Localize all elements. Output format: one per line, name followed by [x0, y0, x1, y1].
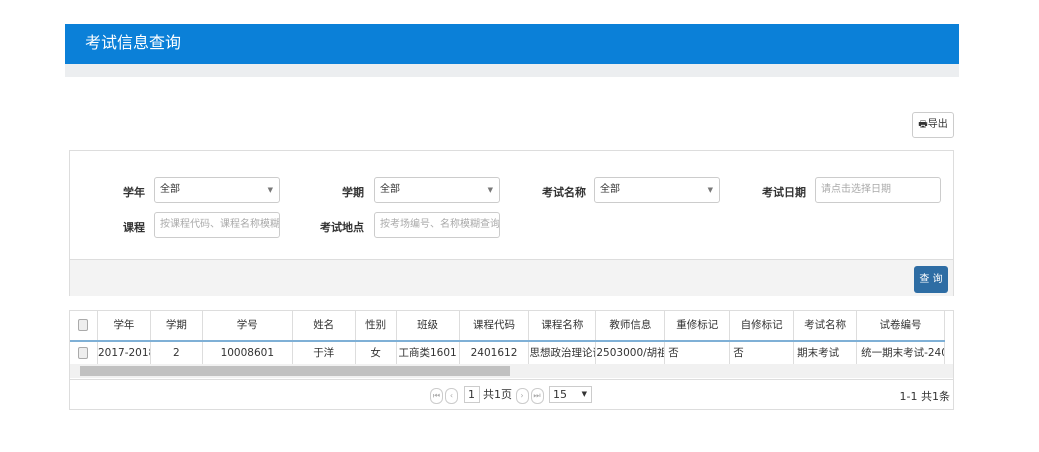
exam-select[interactable]: 全部 ▼ — [594, 177, 720, 203]
prev-page-icon[interactable]: ‹ — [445, 388, 458, 404]
print-icon: 🖶 — [918, 119, 928, 130]
column-header[interactable]: 教师信息 — [596, 311, 666, 340]
chevron-down-icon: ▼ — [487, 186, 493, 194]
cell: 否 — [730, 342, 795, 364]
column-header[interactable]: 重修标记 — [665, 311, 731, 340]
cell: 于洋 — [293, 342, 356, 364]
place-input[interactable]: 按考场编号、名称模糊查询 — [374, 212, 500, 238]
chevron-down-icon: ▼ — [707, 186, 713, 194]
cell: 2401612 — [460, 342, 530, 364]
chevron-down-icon: ▼ — [267, 186, 273, 194]
cell: 工商类1601 — [397, 342, 460, 364]
first-page-icon[interactable]: ⏮ — [430, 388, 443, 404]
term-label: 学期 — [342, 186, 364, 199]
horizontal-scrollbar[interactable] — [70, 364, 953, 378]
cell: 2503000/胡祖光 — [596, 342, 666, 364]
exam-label: 考试名称 — [542, 186, 586, 199]
query-button[interactable]: 查 询 — [914, 266, 948, 293]
column-header[interactable]: 考试名称 — [794, 311, 858, 340]
place-label: 考试地点 — [320, 221, 364, 234]
column-header[interactable]: 自修标记 — [730, 311, 795, 340]
page-input[interactable]: 1 — [463, 386, 480, 403]
filter-footer: 查 询 — [70, 259, 953, 296]
cell: 统一期末考试-2401612 — [857, 342, 945, 364]
year-label: 学年 — [123, 186, 145, 199]
page-title: 考试信息查询 — [85, 33, 182, 52]
column-header[interactable]: 试卷编号 — [857, 311, 945, 340]
date-label: 考试日期 — [762, 186, 806, 199]
column-header[interactable]: 学号 — [203, 311, 293, 340]
page-size-select[interactable]: 15 ▼ — [549, 386, 592, 403]
column-header[interactable]: 学期 — [151, 311, 203, 340]
year-select[interactable]: 全部 ▼ — [154, 177, 280, 203]
table-header: 学年 学期 学号 姓名 性别 班级 课程代码 课程名称 教师信息 重修标记 自修… — [70, 311, 945, 342]
column-header[interactable]: 姓名 — [293, 311, 356, 340]
cell: 2 — [151, 342, 203, 364]
filter-panel: 学年 全部 ▼ 学期 全部 ▼ 考试名称 全部 ▼ 考试日期 请点击选择日期 课程 按… — [69, 150, 954, 296]
course-input[interactable]: 按课程代码、课程名称模糊查 — [154, 212, 280, 238]
table-row[interactable]: 2017-2018 2 10008601 于洋 女 工商类1601 240161… — [70, 342, 945, 365]
scrollbar-thumb[interactable] — [80, 366, 510, 376]
total-pages: 共1页 — [483, 388, 512, 401]
term-select[interactable]: 全部 ▼ — [374, 177, 500, 203]
header-strip — [65, 64, 959, 77]
select-all-checkbox[interactable] — [70, 311, 98, 340]
cell: 否 — [665, 342, 731, 364]
pagination: ⏮ ‹ 1 共1页 › ⏭ 15 ▼ 1-1 共1条 — [70, 379, 953, 410]
cell: 2017-2018 — [98, 342, 151, 364]
column-header[interactable]: 课程名称 — [529, 311, 597, 340]
column-header[interactable]: 学年 — [98, 311, 151, 340]
date-input[interactable]: 请点击选择日期 — [815, 177, 941, 203]
column-header[interactable]: 性别 — [356, 311, 397, 340]
row-checkbox[interactable] — [70, 342, 98, 364]
column-header[interactable]: 课程代码 — [460, 311, 530, 340]
cell: 期末考试 — [794, 342, 858, 364]
cell: 女 — [356, 342, 397, 364]
cell: 10008601 — [203, 342, 293, 364]
exam-table: 学年 学期 学号 姓名 性别 班级 课程代码 课程名称 教师信息 重修标记 自修… — [69, 310, 954, 410]
next-page-icon[interactable]: › — [515, 388, 529, 404]
export-button[interactable]: 🖶导出 — [912, 112, 954, 138]
course-label: 课程 — [123, 221, 145, 234]
last-page-icon[interactable]: ⏭ — [530, 388, 544, 404]
page-header: 考试信息查询 — [65, 24, 959, 64]
cell: 思想政治理论课 — [529, 342, 597, 364]
column-header[interactable]: 班级 — [397, 311, 460, 340]
record-summary: 1-1 共1条 — [899, 390, 950, 403]
